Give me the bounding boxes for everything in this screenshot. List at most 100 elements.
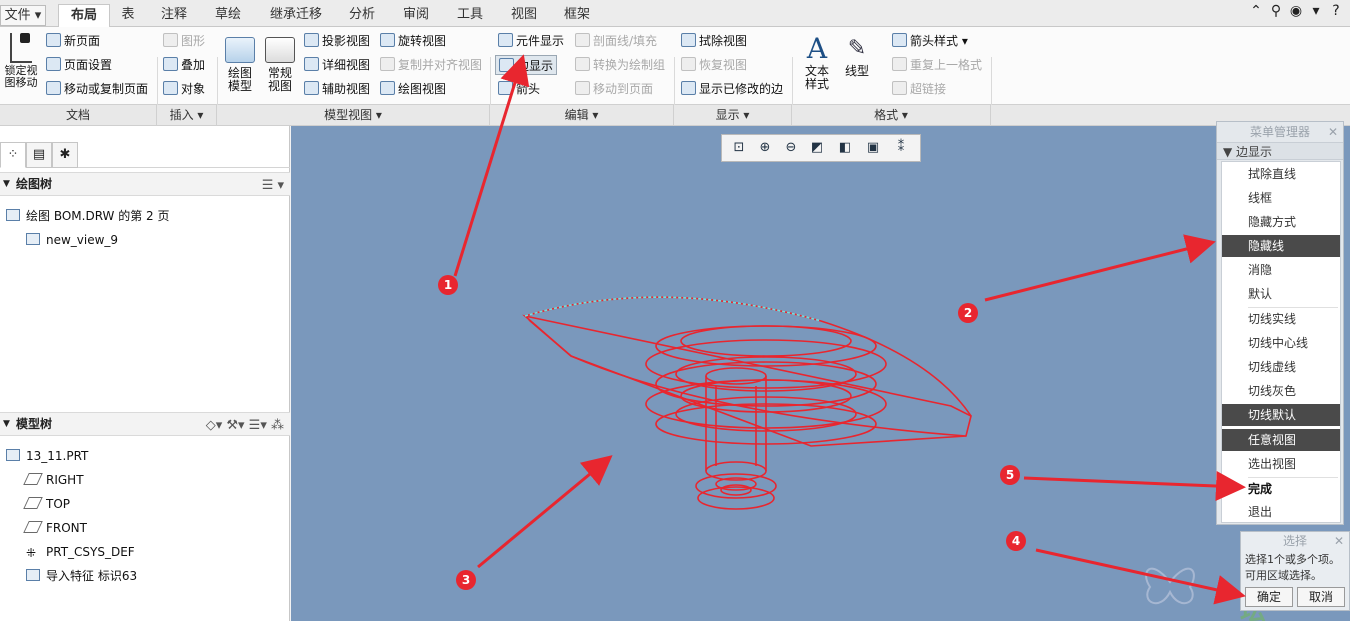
graphics-canvas[interactable]: ⊡ ⊕ ⊖ ◩ ◧ ▣ ⁑: [291, 126, 1350, 621]
group-insert[interactable]: 插入 ▾: [157, 105, 217, 126]
menu-item-tan-gray[interactable]: 切线灰色: [1222, 380, 1340, 402]
close-icon[interactable]: ✕: [1334, 532, 1344, 550]
show-modified-edges-button[interactable]: 显示已修改的边: [681, 79, 783, 99]
edge-display-button[interactable]: 边显示: [495, 55, 558, 75]
tree-item-view[interactable]: new_view_9: [26, 229, 118, 251]
tab-tools[interactable]: 工具: [446, 4, 494, 27]
move-to-page-button[interactable]: 移动到页面: [575, 79, 653, 99]
help-icon[interactable]: ?: [1326, 3, 1346, 19]
lock-view-button[interactable]: 锁定视图移动: [2, 33, 40, 89]
line-style-button[interactable]: ✎ 线型: [840, 33, 874, 78]
menu-item-tan-dashed[interactable]: 切线虚线: [1222, 356, 1340, 378]
move-copy-page-button[interactable]: 移动或复制页面: [46, 79, 148, 99]
object-button[interactable]: 对象: [163, 79, 205, 99]
search-icon[interactable]: ⚲: [1266, 3, 1286, 19]
hatch-fill-button[interactable]: 剖面线/填充: [575, 31, 657, 51]
repeat-format-button[interactable]: 重复上一格式: [892, 55, 982, 75]
tab-legacy-migration[interactable]: 继承迁移: [258, 4, 334, 27]
menu-item-wireframe[interactable]: 线框: [1222, 187, 1340, 209]
tab-annotate[interactable]: 注释: [150, 4, 198, 27]
group-display[interactable]: 显示 ▾: [674, 105, 792, 126]
tree-item-drawing-page[interactable]: 绘图 BOM.DRW 的第 2 页: [6, 205, 170, 227]
text-style-label: 文本样式: [804, 64, 829, 91]
chevron-up-icon[interactable]: ⌃: [1246, 3, 1266, 19]
group-doc-label: 文档: [0, 105, 157, 126]
menu-item-quit[interactable]: 退出: [1222, 501, 1340, 523]
menu-item-erase-line[interactable]: 拭除直线: [1222, 163, 1340, 185]
drawing-model-button[interactable]: 绘图模型: [222, 37, 258, 93]
arrow-button[interactable]: 箭头: [498, 79, 540, 99]
menu-item-done[interactable]: 完成: [1222, 478, 1340, 500]
menu-item-hidden-style[interactable]: 隐藏方式: [1222, 211, 1340, 233]
model-tree-header[interactable]: ▼ 模型树 ◇▾ ⚒▾ ☰▾ ⁂: [0, 412, 290, 436]
convert-to-draft-button[interactable]: 转换为绘制组: [575, 55, 665, 75]
group-model-views[interactable]: 模型视图 ▾: [217, 105, 490, 126]
tab-tree[interactable]: ⁘: [0, 142, 26, 168]
projection-view-button[interactable]: 投影视图: [304, 31, 370, 51]
detail-view-button[interactable]: 详细视图: [304, 55, 370, 75]
menu-item-tan-default[interactable]: 切线默认: [1222, 404, 1340, 426]
graphic-button[interactable]: 图形: [163, 31, 205, 51]
tab-table[interactable]: 表: [112, 4, 144, 27]
navigator-tabs: ⁘ ▤ ✱: [0, 138, 290, 168]
tab-folders[interactable]: ▤: [26, 142, 52, 168]
submenu-header[interactable]: ▼ 边显示: [1217, 142, 1343, 160]
ok-button[interactable]: 确定: [1245, 587, 1293, 607]
tree-item-right[interactable]: RIGHT: [23, 469, 84, 491]
group-format[interactable]: 格式 ▾: [792, 105, 991, 126]
menu-item-pick-view[interactable]: 选出视图: [1222, 453, 1340, 475]
tab-review[interactable]: 审阅: [392, 4, 440, 27]
drawing-tree-header[interactable]: ▼ 绘图树 ☰ ▾: [0, 172, 290, 196]
tab-layout[interactable]: 布局: [58, 4, 110, 28]
general-view-button[interactable]: 常规视图: [262, 37, 298, 93]
tree-item-csys[interactable]: ⁜ PRT_CSYS_DEF: [26, 541, 135, 563]
menu-item-no-hidden[interactable]: 消隐: [1222, 259, 1340, 281]
erase-view-button[interactable]: 拭除视图: [681, 31, 747, 51]
cancel-button[interactable]: 取消: [1297, 587, 1345, 607]
tree-item-top[interactable]: TOP: [23, 493, 70, 515]
page-setup-button[interactable]: 页面设置: [46, 55, 112, 75]
menu-item-hidden-line[interactable]: 隐藏线: [1222, 235, 1340, 257]
new-page-button[interactable]: 新页面: [46, 31, 100, 51]
zoom-in-icon[interactable]: ⊕: [754, 138, 776, 158]
resume-view-icon: [681, 57, 696, 71]
menu-item-any-view[interactable]: 任意视图: [1222, 429, 1340, 451]
copy-align-view-button[interactable]: 复制并对齐视图: [380, 55, 482, 75]
menu-item-tan-solid[interactable]: 切线实线: [1222, 308, 1340, 330]
group-display-label: 显示: [715, 108, 740, 122]
settings-icon[interactable]: ◉: [1286, 3, 1306, 19]
auxiliary-view-button[interactable]: 辅助视图: [304, 79, 370, 99]
tree-item-part[interactable]: 13_11.PRT: [6, 445, 88, 467]
menu-item-tan-center[interactable]: 切线中心线: [1222, 332, 1340, 354]
refit-icon[interactable]: ⊡: [728, 138, 750, 158]
resume-view-button[interactable]: 恢复视图: [681, 55, 747, 75]
tab-file[interactable]: 文件 ▾: [0, 5, 46, 26]
component-display-button[interactable]: 元件显示: [498, 31, 564, 51]
repaint-icon[interactable]: ◩: [806, 138, 828, 158]
chevron-down-icon[interactable]: ▾: [1306, 3, 1326, 19]
tab-sketch[interactable]: 草绘: [204, 4, 252, 27]
display-style-icon[interactable]: ◧: [834, 138, 856, 158]
tab-favorites[interactable]: ✱: [52, 142, 78, 168]
text-style-button[interactable]: A 文本样式: [800, 33, 834, 91]
saved-views-icon[interactable]: ▣: [862, 138, 884, 158]
tab-frame[interactable]: 框架: [554, 4, 600, 27]
datum-display-icon[interactable]: ⁑: [890, 138, 912, 158]
modified-edges-icon: [681, 81, 696, 95]
close-icon[interactable]: ✕: [1328, 122, 1338, 142]
model-tree-tools[interactable]: ◇▾ ⚒▾ ☰▾ ⁂: [206, 415, 284, 437]
hyperlink-button[interactable]: 超链接: [892, 79, 946, 99]
tab-view[interactable]: 视图: [500, 4, 548, 27]
revolved-view-button[interactable]: 旋转视图: [380, 31, 446, 51]
tree-item-import-feature[interactable]: 导入特征 标识63: [26, 565, 137, 587]
tree-settings-icon[interactable]: ☰ ▾: [262, 175, 284, 197]
drawing-view-button[interactable]: 绘图视图: [380, 79, 446, 99]
arrow-style-button[interactable]: 箭头样式 ▾: [892, 31, 968, 51]
overlay-button[interactable]: 叠加: [163, 55, 205, 75]
wireframe-model[interactable]: [511, 286, 981, 516]
tree-item-front[interactable]: FRONT: [23, 517, 87, 539]
zoom-out-icon[interactable]: ⊖: [780, 138, 802, 158]
tab-analysis[interactable]: 分析: [338, 4, 386, 27]
menu-item-default[interactable]: 默认: [1222, 283, 1340, 305]
group-edit[interactable]: 编辑 ▾: [490, 105, 674, 126]
